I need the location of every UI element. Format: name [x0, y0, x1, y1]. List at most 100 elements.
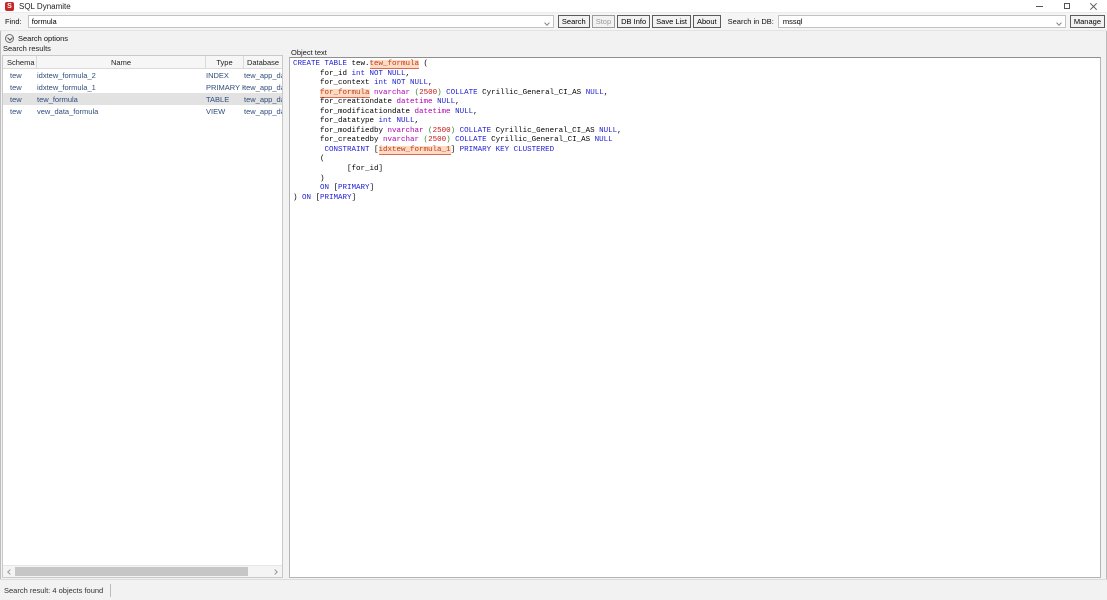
sql-token: ON — [302, 194, 311, 202]
cell-schema: tew — [3, 71, 37, 80]
find-input[interactable] — [29, 16, 553, 27]
column-header-name[interactable]: Name — [37, 56, 206, 68]
cell-name: vew_data_formula — [37, 107, 206, 116]
sql-token: for_creationdate — [293, 98, 397, 106]
sql-text-area[interactable]: CREATE TABLE tew.tew_formula ( for_id in… — [289, 57, 1101, 578]
app-logo-icon: S — [5, 2, 14, 11]
cell-type: PRIMARY K — [206, 83, 244, 92]
sql-token: Cyrillic_General_CI_AS — [478, 89, 586, 97]
find-combobox[interactable] — [28, 15, 554, 28]
sql-token: for_context — [293, 79, 374, 87]
db-dropdown-icon[interactable] — [1056, 20, 1062, 26]
sql-token: ] — [451, 146, 460, 154]
sql-token: nvarchar — [388, 127, 424, 135]
stop-button: Stop — [592, 15, 615, 28]
sql-token: nvarchar — [374, 89, 410, 97]
table-body: tewidxtew_formula_2INDEXtew_app_dattewid… — [3, 69, 282, 117]
cell-schema: tew — [3, 95, 37, 104]
sql-token: , — [617, 127, 622, 135]
search-in-db-value: mssql — [779, 17, 803, 26]
status-text: Search result: 4 objects found — [4, 586, 103, 595]
sql-line: for_formula nvarchar (2500) COLLATE Cyri… — [293, 89, 1100, 99]
window-title: SQL Dynamite — [19, 2, 71, 11]
sql-token: int NOT NULL — [352, 70, 406, 78]
sql-token: CONSTRAINT — [325, 146, 370, 154]
sql-token: nvarchar — [383, 136, 419, 144]
sql-token: 2500 — [419, 89, 437, 97]
sql-token: 2500 — [433, 127, 451, 135]
manage-button[interactable]: Manage — [1070, 15, 1105, 28]
sql-token: PRIMARY — [320, 194, 352, 202]
sql-token: for_createdby — [293, 136, 383, 144]
maximize-button[interactable] — [1053, 0, 1080, 13]
table-row[interactable]: tewidxtew_formula_2INDEXtew_app_dat — [3, 69, 282, 81]
search-in-db-combobox[interactable]: mssql — [778, 15, 1066, 28]
sql-token: int NOT NULL — [374, 79, 428, 87]
sql-token: [for_id] — [293, 165, 383, 173]
toolbar-buttons: SearchStopDB InfoSave ListAbout — [558, 15, 723, 28]
sql-token — [293, 184, 320, 192]
db-info-button[interactable]: DB Info — [617, 15, 650, 28]
sql-token: CREATE TABLE — [293, 60, 347, 68]
about-button[interactable]: About — [693, 15, 721, 28]
sql-token: ) — [293, 194, 302, 202]
search-button[interactable]: Search — [558, 15, 590, 28]
sql-token: , — [604, 89, 609, 97]
search-options-expander[interactable]: Search options — [0, 32, 1107, 44]
minimize-button[interactable] — [1026, 0, 1053, 13]
sql-token: NULL — [595, 136, 613, 144]
column-header-database[interactable]: Database — [244, 56, 282, 68]
table-header-row: SchemaNameTypeDatabase — [3, 56, 282, 69]
object-text-label: Object text — [291, 48, 327, 57]
sql-token: for_datatype — [293, 117, 379, 125]
toolbar: Find: SearchStopDB InfoSave ListAbout Se… — [0, 13, 1107, 31]
sql-token — [293, 146, 325, 154]
table-row[interactable]: tewidxtew_formula_1PRIMARY Ktew_app_dat — [3, 81, 282, 93]
status-bar: Search result: 4 objects found — [0, 579, 1107, 600]
scroll-left-icon[interactable] — [3, 566, 15, 577]
horizontal-scrollbar[interactable] — [3, 565, 282, 577]
sql-token: 2500 — [428, 136, 446, 144]
title-bar: S SQL Dynamite — [0, 0, 1107, 13]
chevron-down-icon — [5, 34, 14, 43]
sql-line: ) ON [PRIMARY] — [293, 194, 1100, 204]
find-label: Find: — [5, 17, 22, 26]
sql-token: PRIMARY — [338, 184, 370, 192]
search-match-highlight: tew_formula — [370, 60, 420, 69]
sql-token: COLLATE — [455, 136, 487, 144]
sql-token: for_modificationdate — [293, 108, 415, 116]
column-header-schema[interactable]: Schema — [3, 56, 37, 68]
sql-line: for_modificationdate datetime NULL, — [293, 108, 1100, 118]
table-row[interactable]: tewtew_formulaTABLEtew_app_dat — [3, 93, 282, 105]
sql-line: ) — [293, 175, 1100, 185]
sql-token: , — [473, 108, 478, 116]
sql-token: ON — [320, 184, 329, 192]
sql-token: , — [415, 117, 420, 125]
application-window: { "colors": { "logo_red": "#c62828", "ke… — [0, 0, 1107, 600]
cell-name: tew_formula — [37, 95, 206, 104]
sql-token: ( — [419, 60, 428, 68]
sql-token: COLLATE — [460, 127, 492, 135]
sql-token: [ — [329, 184, 338, 192]
sql-token: Cyrillic_General_CI_AS — [487, 136, 595, 144]
sql-line: for_modifiedby nvarchar (2500) COLLATE C… — [293, 127, 1100, 137]
sql-token: NULL — [437, 98, 455, 106]
scroll-right-icon[interactable] — [270, 566, 282, 577]
column-header-type[interactable]: Type — [206, 56, 244, 68]
sql-token: , — [428, 79, 433, 87]
search-in-db-label: Search in DB: — [728, 17, 774, 26]
sql-token: , — [406, 70, 411, 78]
scrollbar-thumb[interactable] — [15, 567, 248, 576]
cell-type: TABLE — [206, 95, 244, 104]
cell-type: INDEX — [206, 71, 244, 80]
table-row[interactable]: tewvew_data_formulaVIEWtew_app_dat — [3, 105, 282, 117]
sql-line: for_createdby nvarchar (2500) COLLATE Cy… — [293, 136, 1100, 146]
cell-name: idxtew_formula_1 — [37, 83, 206, 92]
close-button[interactable] — [1080, 0, 1107, 13]
cell-database: tew_app_dat — [244, 95, 282, 104]
search-results-label: Search results — [3, 44, 51, 53]
sql-token: [ — [311, 194, 320, 202]
save-list-button[interactable]: Save List — [652, 15, 691, 28]
sql-line: CONSTRAINT [idxtew_formula_1] PRIMARY KE… — [293, 146, 1100, 156]
sql-token: COLLATE — [446, 89, 478, 97]
